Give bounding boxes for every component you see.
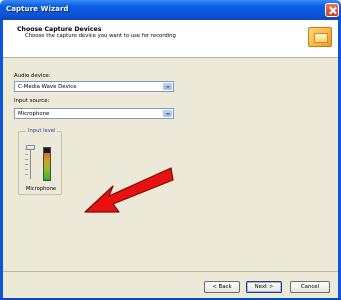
audio-device-label: Audio device: bbox=[14, 73, 51, 79]
input-source-label: Input source: bbox=[14, 98, 50, 104]
window-title: Capture Wizard bbox=[6, 5, 69, 13]
page-title: Choose Capture Devices bbox=[17, 26, 102, 33]
next-button[interactable]: Next > bbox=[246, 281, 282, 293]
volume-slider-thumb[interactable] bbox=[26, 145, 35, 150]
wizard-header: Choose Capture Devices Choose the captur… bbox=[3, 20, 338, 58]
chevron-down-icon[interactable] bbox=[163, 110, 172, 117]
back-button[interactable]: < Back bbox=[204, 281, 240, 293]
capture-wizard-window: Capture Wizard Choose Capture Devices Ch… bbox=[0, 0, 341, 300]
input-level-meter-peak bbox=[45, 175, 49, 178]
wizard-content: Audio device: C-Media Wave Device Input … bbox=[3, 59, 338, 271]
audio-device-value: C-Media Wave Device bbox=[18, 84, 77, 90]
cancel-button[interactable]: Cancel bbox=[290, 281, 330, 293]
input-level-caption: Microphone bbox=[25, 186, 57, 192]
title-bar[interactable]: Capture Wizard bbox=[0, 0, 341, 20]
input-level-legend: Input level bbox=[26, 128, 58, 134]
volume-slider-ticks bbox=[25, 149, 28, 179]
close-icon[interactable] bbox=[325, 3, 339, 17]
input-source-select[interactable]: Microphone bbox=[14, 108, 174, 119]
wizard-footer: < Back Next > Cancel bbox=[3, 272, 338, 298]
input-level-group: Input level Microphone bbox=[18, 128, 62, 195]
volume-slider-track[interactable] bbox=[30, 149, 31, 179]
chevron-down-icon[interactable] bbox=[163, 83, 172, 90]
red-arrow-shape bbox=[84, 167, 174, 213]
red-arrow-annotation bbox=[84, 167, 174, 213]
input-source-value: Microphone bbox=[18, 111, 50, 117]
audio-device-select[interactable]: C-Media Wave Device bbox=[14, 81, 174, 92]
input-level-meter bbox=[43, 147, 51, 181]
page-subtitle: Choose the capture device you want to us… bbox=[25, 33, 176, 39]
capture-device-icon bbox=[308, 27, 332, 47]
